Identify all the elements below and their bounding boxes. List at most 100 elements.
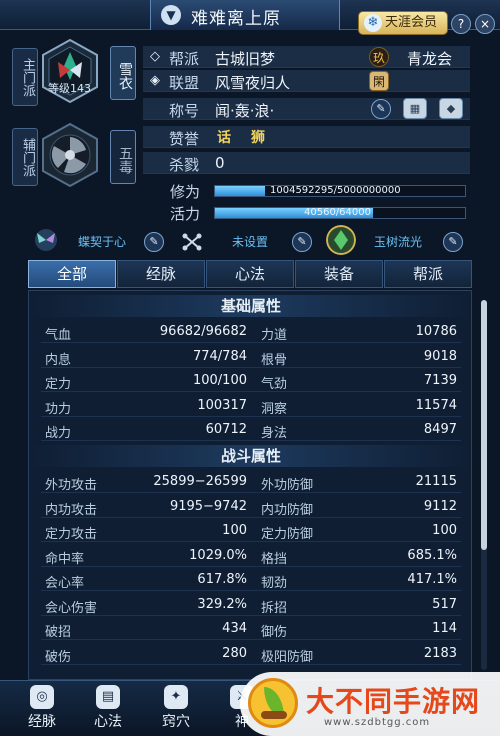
- empty-pet-icon[interactable]: [180, 230, 204, 254]
- nav-acupoints-label: 窍穴: [162, 714, 190, 730]
- attribute-name: 内功攻击: [45, 502, 98, 518]
- main-school-label: 主门派: [12, 48, 38, 106]
- guild-name[interactable]: 古城旧梦: [215, 48, 275, 69]
- attribute-row: 气血 96682/96682 力道 10786: [41, 321, 461, 343]
- praise-badge-2[interactable]: 狮: [251, 127, 265, 147]
- attribute-name: 会心率: [45, 576, 85, 591]
- main-class-tag[interactable]: 雪衣: [110, 46, 136, 100]
- title-list-icon[interactable]: ▦: [403, 98, 427, 119]
- attribute-value: 100: [222, 523, 247, 538]
- guild-row: ◇ 帮派 古城旧梦 玖 青龙会: [143, 46, 470, 68]
- attribute-name: 力道: [261, 328, 288, 343]
- cultivation-label: 修为: [170, 183, 201, 201]
- collapse-button[interactable]: ▼: [161, 5, 181, 25]
- tab-guild[interactable]: 帮派: [384, 260, 472, 288]
- attribute-name: 功力: [45, 401, 72, 417]
- title-value: 闻·轰·浪·: [215, 102, 275, 120]
- tab-bar: 全部 经脉 心法 装备 帮派: [28, 260, 472, 288]
- sub-school-label: 辅门派: [12, 128, 38, 186]
- nav-acupoints[interactable]: ✦ 窍穴: [144, 681, 208, 736]
- praise-row: 赞誉 话 狮: [143, 126, 470, 148]
- edit-pet-2-button[interactable]: ✎: [292, 232, 312, 252]
- attribute-value: 1029.0%: [189, 547, 247, 563]
- attribute-row: 内息 774/784 根骨 9018: [41, 346, 461, 368]
- close-button[interactable]: ×: [475, 14, 495, 34]
- attribute-value: 280: [222, 645, 247, 661]
- edit-pet-1-button[interactable]: ✎: [144, 232, 164, 252]
- butterfly-pet-icon[interactable]: [34, 228, 58, 252]
- vip-member-button[interactable]: ❄ 天涯会员: [358, 11, 448, 35]
- attribute-name: 内息: [45, 352, 72, 368]
- attribute-row: 破招 434 御伤 114: [41, 618, 461, 640]
- tab-equipment[interactable]: 装备: [295, 260, 383, 288]
- attribute-value: 2183: [423, 645, 457, 661]
- attribute-value: 25899−26599: [153, 474, 247, 489]
- tab-mind-method[interactable]: 心法: [206, 260, 294, 288]
- attribute-name: 格挡: [261, 551, 288, 567]
- watermark-url: www.szdbtgg.com: [324, 717, 431, 728]
- attribute-name: 身法: [261, 426, 288, 441]
- sub-class-tag[interactable]: 五毒: [110, 130, 136, 184]
- title-emblem-icon[interactable]: ◆: [439, 98, 463, 119]
- tab-all[interactable]: 全部: [28, 260, 116, 288]
- attribute-name: 战力: [45, 426, 72, 441]
- tab-meridians[interactable]: 经脉: [117, 260, 205, 288]
- alliance-label: 联盟: [169, 74, 200, 92]
- praise-badge-1[interactable]: 话: [217, 127, 231, 147]
- attribute-row: 会心率 617.8% 韧劲 417.1%: [41, 569, 461, 591]
- alliance-name[interactable]: 风雪夜归人: [215, 72, 290, 93]
- attribute-row: 外功攻击 25899−26599 外功防御 21115: [41, 471, 461, 493]
- acupoint-icon: ✦: [164, 685, 188, 709]
- attribute-panel: 基础属性 气血 96682/96682 力道 10786 内息 774/784 根骨 9018…: [28, 290, 472, 680]
- attribute-value: 60712: [205, 422, 247, 437]
- pet-1-name: 蝶契于心: [78, 235, 127, 249]
- attribute-name: 根骨: [261, 352, 288, 368]
- sprout-logo-icon: [248, 678, 298, 728]
- attribute-value: 9018: [423, 348, 457, 364]
- attribute-name: 内功防御: [261, 502, 314, 518]
- attribute-value: 9195−9742: [169, 498, 247, 514]
- attribute-value: 617.8%: [197, 572, 247, 587]
- attribute-value: 100317: [197, 397, 247, 413]
- nav-mind-method[interactable]: ▤ 心法: [76, 681, 140, 736]
- attribute-value: 114: [432, 621, 457, 636]
- help-button[interactable]: ?: [451, 14, 471, 34]
- attribute-value: 21115: [415, 474, 457, 489]
- basic-attributes-heading: 基础属性: [29, 295, 471, 317]
- pet-3-name: 玉树流光: [374, 235, 423, 249]
- jade-pet-icon[interactable]: [326, 225, 356, 255]
- vitality-text: 40560/64000: [304, 207, 371, 218]
- attribute-name: 外功攻击: [45, 478, 98, 493]
- nav-mind-method-label: 心法: [94, 714, 122, 730]
- attribute-name: 御伤: [261, 625, 288, 640]
- attribute-row: 内功攻击 9195−9742 内功防御 9112: [41, 496, 461, 518]
- attribute-value: 517: [432, 596, 457, 612]
- meridians-icon: ◎: [30, 685, 54, 709]
- nav-meridians[interactable]: ◎ 经脉: [10, 681, 74, 736]
- attribute-name: 洞察: [261, 401, 288, 417]
- scrollbar-thumb[interactable]: [481, 300, 487, 550]
- attribute-name: 命中率: [45, 551, 85, 567]
- attribute-row: 会心伤害 329.2% 拆招 517: [41, 594, 461, 616]
- kills-row: 杀戮 0: [143, 152, 470, 174]
- edit-title-button[interactable]: ✎: [371, 99, 391, 119]
- attribute-value: 11574: [415, 397, 457, 413]
- kills-label: 杀戮: [169, 156, 200, 174]
- edit-pet-3-button[interactable]: ✎: [443, 232, 463, 252]
- combat-attributes-heading: 战斗属性: [29, 445, 471, 467]
- attribute-name: 破伤: [45, 649, 72, 665]
- attribute-name: 外功防御: [261, 478, 314, 493]
- title-row: 称号 闻·轰·浪· ✎ ▦ ◆: [143, 98, 470, 120]
- attribute-value: 329.2%: [197, 596, 247, 612]
- attribute-name: 气劲: [261, 377, 288, 392]
- guild-seal-icon: 玖: [369, 47, 389, 67]
- guild-faction: 青龙会: [407, 50, 453, 68]
- scrollbar[interactable]: [481, 300, 487, 670]
- vip-member-label: 天涯会员: [385, 15, 438, 30]
- attribute-value: 417.1%: [407, 572, 457, 587]
- attribute-value: 100/100: [192, 373, 247, 388]
- attribute-row: 战力 60712 身法 8497: [41, 419, 461, 441]
- diamond-icon: ◇: [150, 49, 160, 64]
- title-label: 称号: [169, 102, 200, 120]
- alliance-row: ◈ 联盟 风雪夜归人 閑: [143, 70, 470, 92]
